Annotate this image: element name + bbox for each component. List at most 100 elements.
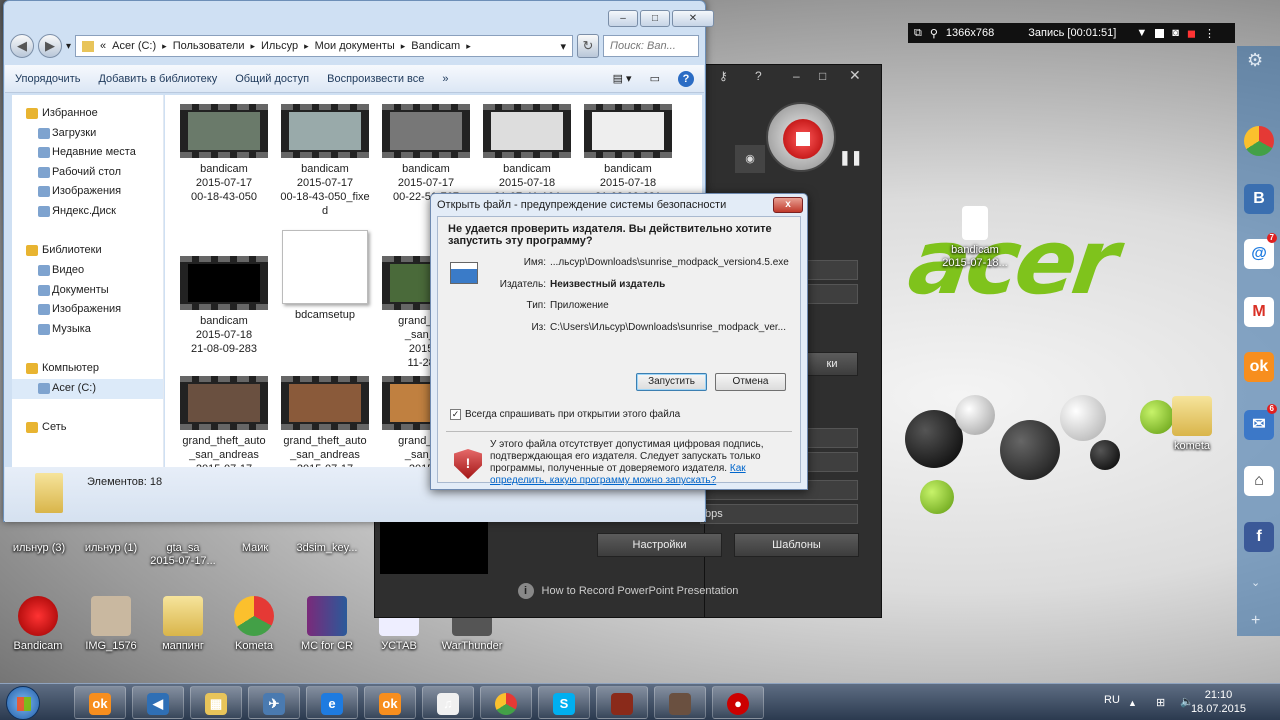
close-button[interactable]: ✕ xyxy=(849,67,861,84)
taskbar-button[interactable]: ◀ xyxy=(132,686,184,719)
taskbar-button[interactable] xyxy=(654,686,706,719)
mail-icon[interactable]: ✉ 6 xyxy=(1244,404,1277,440)
dialog-close-button[interactable]: x xyxy=(773,197,803,213)
file-item[interactable]: bandicam 2015-07-18 21-08-09-283 xyxy=(175,249,273,356)
camera-icon[interactable]: ◉ xyxy=(735,145,765,173)
close-icon[interactable]: ◼ xyxy=(1187,27,1196,40)
run-button[interactable]: Запустить xyxy=(636,373,707,391)
address-bar[interactable]: « Acer (C:) ▸ Пользователи ▸ Ильсур ▸ Мои доку… xyxy=(75,35,573,57)
templates-button[interactable]: Шаблоны xyxy=(734,533,859,557)
file-item[interactable]: bandicam2015-07-1821-07-41-164 xyxy=(478,97,576,204)
forward-button[interactable]: ▶ xyxy=(38,34,62,58)
taskbar-button[interactable]: e xyxy=(306,686,358,719)
dropdown-icon[interactable]: ▼ xyxy=(1136,27,1147,39)
taskbar-button[interactable]: S xyxy=(538,686,590,719)
nav-item[interactable]: Избранное xyxy=(12,104,163,124)
toolbar-command[interactable]: Добавить в библиотеку xyxy=(98,73,217,85)
nav-item[interactable]: Яндекс.Диск xyxy=(12,202,163,222)
search-input[interactable]: Поиск: Ban... xyxy=(603,35,699,57)
file-item[interactable]: grand_theft_auto_san_andreas2015-07-17 xyxy=(276,369,374,467)
nav-item[interactable]: Рабочий стол xyxy=(12,163,163,183)
clock[interactable]: 21:10 18.07.2015 xyxy=(1191,688,1246,716)
breadcrumb-separator-icon[interactable]: ▸ xyxy=(250,41,255,52)
browser-icon[interactable] xyxy=(1244,126,1274,156)
tray-overflow-icon[interactable]: ▲ xyxy=(1128,698,1137,708)
key-icon[interactable]: ⚷ xyxy=(719,69,728,83)
breadcrumb-separator-icon[interactable]: ▸ xyxy=(304,41,309,52)
taskbar-button[interactable]: ok xyxy=(364,686,416,719)
back-button[interactable]: ◀ xyxy=(10,34,34,58)
taskbar-button[interactable] xyxy=(596,686,648,719)
more-icon[interactable]: ⋮ xyxy=(1204,27,1215,40)
file-item[interactable]: bandicam 2015-07-17 00-18-43-050 xyxy=(175,97,273,204)
desktop-shortcut[interactable]: Kometa xyxy=(217,596,291,653)
breadcrumb-item[interactable]: Ильсур xyxy=(261,40,298,52)
nav-item[interactable]: Библиотеки xyxy=(12,241,163,261)
nav-item[interactable]: Загрузки xyxy=(12,124,163,144)
gmail-icon[interactable]: M xyxy=(1244,297,1274,327)
always-ask-checkbox[interactable]: ✓ xyxy=(450,409,461,420)
desktop-shortcut[interactable]: 3dsim_key... xyxy=(290,522,364,555)
settings-field[interactable] xyxy=(806,428,858,448)
cancel-button[interactable]: Отмена xyxy=(715,373,786,391)
taskbar-button[interactable]: ▦ xyxy=(190,686,242,719)
nav-item[interactable]: Документы xyxy=(12,281,163,301)
breadcrumb-separator-icon[interactable]: ▸ xyxy=(401,41,406,52)
add-icon[interactable]: + xyxy=(1251,612,1260,630)
file-item[interactable]: grand_theft_auto_san_andreas2015-07-17 xyxy=(175,369,273,467)
file-item[interactable]: bandicam2015-07-1821-08-09-281 xyxy=(579,97,677,204)
history-dropdown-icon[interactable]: ▾ xyxy=(66,41,71,52)
taskbar-button[interactable]: ● xyxy=(712,686,764,719)
minimize-button[interactable]: – xyxy=(608,10,638,27)
toolbar-command[interactable]: Упорядочить xyxy=(15,73,80,85)
view-options-icon[interactable]: ▤ ▾ xyxy=(613,72,632,85)
settings-field[interactable] xyxy=(806,452,858,472)
nav-item[interactable]: Изображения xyxy=(12,182,163,202)
breadcrumb-item[interactable]: Мои документы xyxy=(315,40,395,52)
bitrate-field[interactable]: bps xyxy=(700,504,858,524)
desktop-icon-bandicam-file[interactable]: bandicam 2015-07-18... xyxy=(938,206,1012,270)
partial-button[interactable]: ки xyxy=(806,352,858,376)
nav-item[interactable]: Acer (C:) xyxy=(12,379,163,399)
facebook-icon[interactable]: f xyxy=(1244,522,1274,552)
taskbar-button[interactable]: ok xyxy=(74,686,126,719)
minimize-button[interactable]: – xyxy=(793,69,800,83)
network-icon[interactable]: ⊞ xyxy=(1156,696,1165,709)
preview-pane-icon[interactable]: ▭ xyxy=(650,72,660,85)
toolbar-command[interactable]: Воспроизвести все xyxy=(327,73,424,85)
camera-icon[interactable]: ◙ xyxy=(1172,27,1179,39)
close-button[interactable]: ✕ xyxy=(672,10,714,27)
pause-icon[interactable]: ❚❚ xyxy=(839,149,862,166)
taskbar-button[interactable]: ♫ xyxy=(422,686,474,719)
nav-item[interactable]: Сеть xyxy=(12,418,163,438)
start-button[interactable] xyxy=(6,686,40,720)
breadcrumb-item[interactable]: Bandicam xyxy=(411,40,460,52)
desktop-shortcut[interactable]: маппинг xyxy=(146,596,220,653)
stop-square-icon[interactable] xyxy=(1155,28,1165,38)
address-dropdown-icon[interactable]: ▾ xyxy=(560,40,566,53)
file-item[interactable]: bdcamsetup xyxy=(276,223,374,322)
desktop-shortcut[interactable]: Маик xyxy=(218,522,292,555)
desktop-icon-kometa-folder[interactable]: kometa xyxy=(1155,396,1229,453)
nav-item[interactable]: Изображения xyxy=(12,300,163,320)
breadcrumb-separator-icon[interactable]: ▸ xyxy=(466,41,471,52)
file-item[interactable]: bandicam 2015-07-17 00-18-43-050_fixe d xyxy=(276,97,374,218)
window-mode-icon[interactable]: ⧉ xyxy=(914,27,922,40)
nav-item[interactable]: Компьютер xyxy=(12,359,163,379)
settings-field[interactable] xyxy=(806,260,858,280)
desktop-shortcut[interactable]: ильнур (1) xyxy=(74,522,148,555)
nav-item[interactable]: Недавние места xyxy=(12,143,163,163)
toolbar-command[interactable]: » xyxy=(442,73,448,85)
desktop-shortcut[interactable]: Bandicam xyxy=(1,596,75,653)
help-icon[interactable]: ? xyxy=(755,69,762,83)
settings-field[interactable] xyxy=(806,284,858,304)
desktop-shortcut[interactable]: ильнур (3) xyxy=(2,522,76,555)
chevron-down-icon[interactable]: ⌄ xyxy=(1251,576,1260,589)
howto-link[interactable]: i How to Record PowerPoint Presentation xyxy=(378,578,878,604)
breadcrumb-separator-icon[interactable]: ▸ xyxy=(162,41,167,52)
mail-ru-icon[interactable]: @7 xyxy=(1244,233,1277,269)
maximize-button[interactable]: □ xyxy=(640,10,670,27)
desktop-shortcut[interactable]: IMG_1576 xyxy=(74,596,148,653)
breadcrumb-item[interactable]: Acer (C:) xyxy=(112,40,156,52)
taskbar-button[interactable]: ✈ xyxy=(248,686,300,719)
